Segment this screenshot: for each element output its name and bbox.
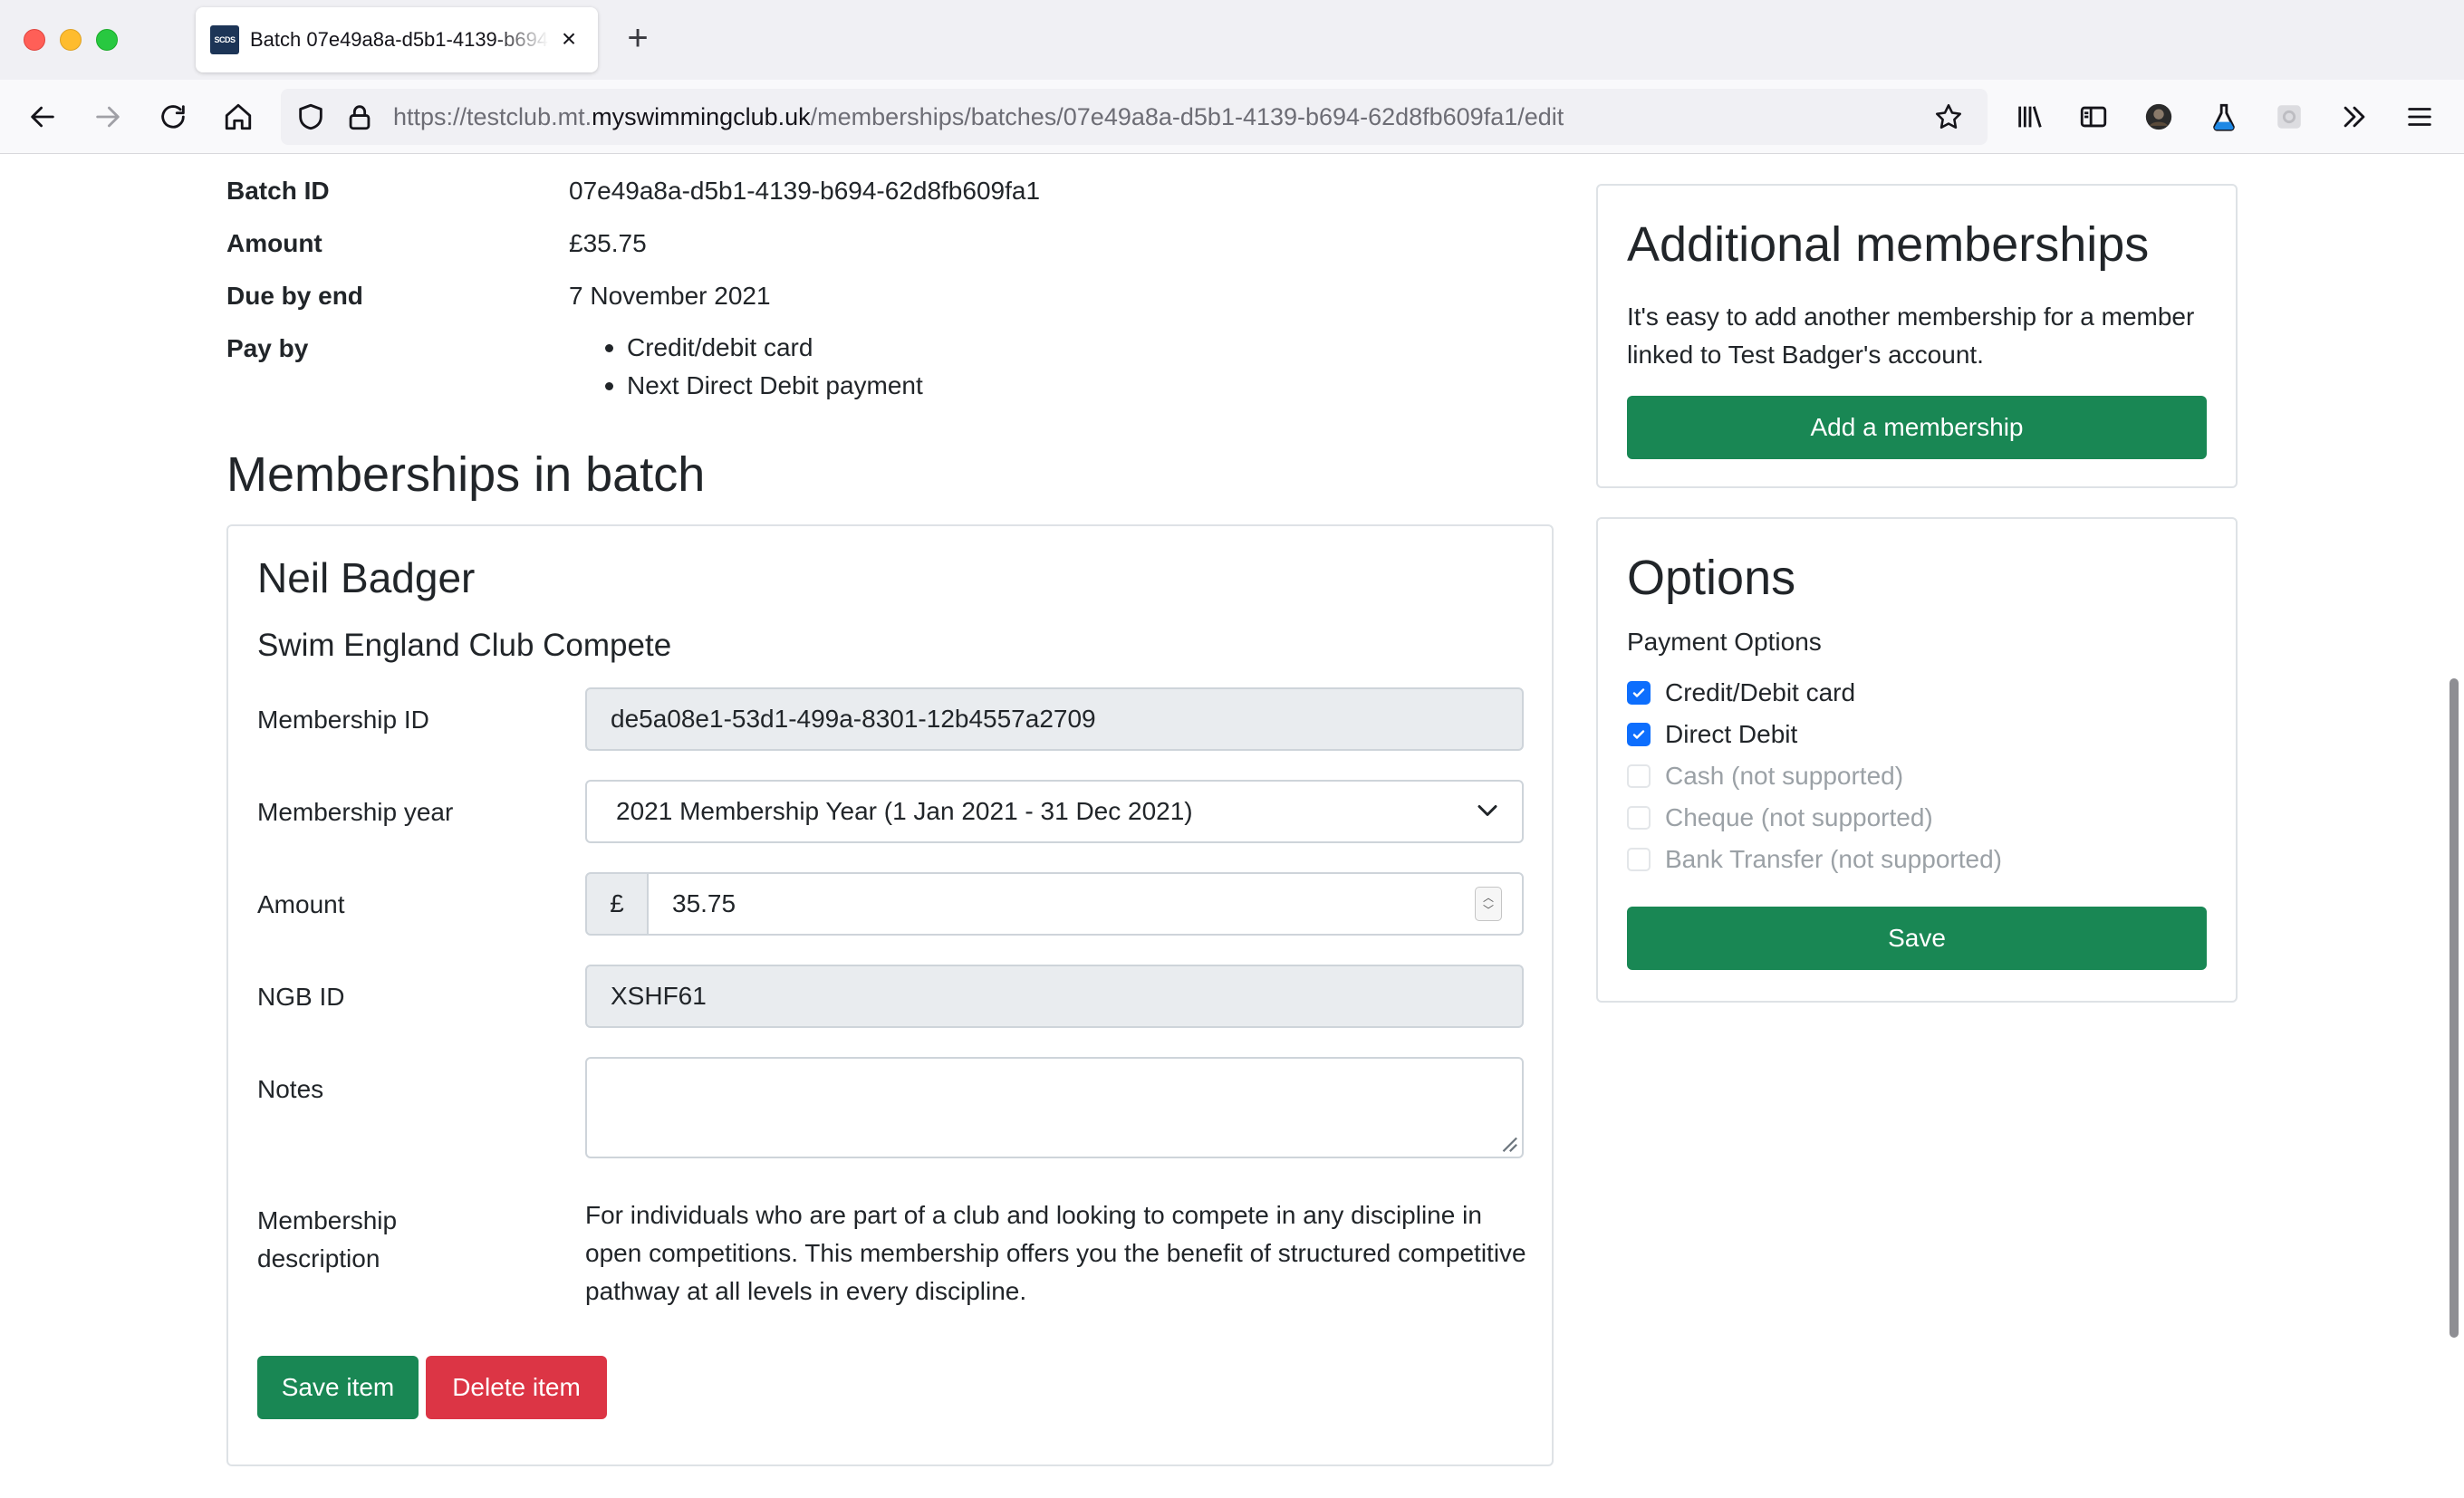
membership-year-selected: 2021 Membership Year (1 Jan 2021 - 31 De… xyxy=(616,797,1193,825)
overflow-chevrons-icon[interactable] xyxy=(2334,96,2375,138)
amount-label: Amount xyxy=(226,229,322,257)
ngb-id-label: NGB ID xyxy=(257,983,345,1011)
pay-by-label: Pay by xyxy=(226,334,309,362)
url-domain: myswimmingclub.uk xyxy=(592,103,811,130)
account-avatar-icon[interactable] xyxy=(2138,96,2180,138)
membership-description-text: For individuals who are part of a club a… xyxy=(585,1201,1526,1305)
reload-icon[interactable] xyxy=(152,96,194,138)
due-date-value: 7 November 2021 xyxy=(569,282,771,310)
pay-by-item: Credit/debit card xyxy=(569,329,923,367)
add-membership-button[interactable]: Add a membership xyxy=(1627,396,2207,459)
checkbox-label: Direct Debit xyxy=(1665,720,1798,748)
payment-option-bank-transfer: Bank Transfer (not supported) xyxy=(1627,841,2002,878)
membership-year-select[interactable]: 2021 Membership Year (1 Jan 2021 - 31 De… xyxy=(585,780,1524,843)
lock-icon[interactable] xyxy=(339,96,380,138)
save-item-button[interactable]: Save item xyxy=(257,1356,419,1419)
tab-close-icon[interactable]: × xyxy=(556,26,582,53)
window-minimize-button[interactable] xyxy=(60,29,82,51)
url-bar[interactable]: https://testclub.mt.myswimmingclub.uk/me… xyxy=(281,89,1988,145)
memberships-heading: Memberships in batch xyxy=(226,447,706,502)
page-scrollbar[interactable] xyxy=(2450,678,2459,1338)
currency-addon: £ xyxy=(585,872,649,936)
notes-textarea[interactable] xyxy=(585,1057,1524,1158)
flask-icon[interactable] xyxy=(2203,96,2245,138)
batch-id-label: Batch ID xyxy=(226,177,330,205)
membership-card: Neil Badger Swim England Club Compete Me… xyxy=(226,524,1554,1466)
number-stepper[interactable]: ︿ ﹀ xyxy=(1475,887,1502,921)
browser-tab-bar: SCDS Batch 07e49a8a-d5b1-4139-b694-62d8f… xyxy=(0,0,2464,80)
pay-by-list: Credit/debit card Next Direct Debit paym… xyxy=(569,329,923,405)
additional-memberships-text: It's easy to add another membership for … xyxy=(1627,302,2195,369)
amount-value: £35.75 xyxy=(569,229,647,257)
membership-id-field[interactable]: de5a08e1-53d1-499a-8301-12b4557a2709 xyxy=(585,687,1524,751)
sidebar-icon[interactable] xyxy=(2073,96,2114,138)
bookmark-star-icon[interactable] xyxy=(1928,96,1969,138)
batch-id-value: 07e49a8a-d5b1-4139-b694-62d8fb609fa1 xyxy=(569,177,1041,205)
page-content: Batch ID 07e49a8a-d5b1-4139-b694-62d8fb6… xyxy=(0,155,2464,1498)
payment-options-label: Payment Options xyxy=(1627,628,1822,656)
payment-option-credit-card[interactable]: Credit/Debit card xyxy=(1627,675,1855,711)
stepper-down-icon[interactable]: ﹀ xyxy=(1483,904,1494,917)
shield-icon[interactable] xyxy=(290,96,332,138)
checkbox-label: Bank Transfer (not supported) xyxy=(1665,845,2002,873)
checkbox-label: Cash (not supported) xyxy=(1665,762,1904,790)
member-name: Neil Badger xyxy=(257,554,476,601)
new-tab-button[interactable]: + xyxy=(620,20,656,58)
checkbox-checked[interactable] xyxy=(1627,723,1651,746)
membership-description-label: Membership description xyxy=(257,1206,398,1272)
checkbox-disabled xyxy=(1627,764,1651,788)
library-icon[interactable] xyxy=(2009,96,2051,138)
payment-option-cheque: Cheque (not supported) xyxy=(1627,800,1933,836)
additional-memberships-card: Additional memberships It's easy to add … xyxy=(1596,184,2238,488)
extension-icon[interactable] xyxy=(2268,96,2310,138)
stepper-up-icon[interactable]: ︿ xyxy=(1483,891,1494,904)
options-heading: Options xyxy=(1627,551,1796,605)
amount-field-label: Amount xyxy=(257,890,345,918)
payment-option-direct-debit[interactable]: Direct Debit xyxy=(1627,716,1797,753)
pay-by-item: Next Direct Debit payment xyxy=(569,367,923,405)
checkbox-label: Credit/Debit card xyxy=(1665,678,1856,706)
checkbox-disabled xyxy=(1627,806,1651,830)
due-date-label: Due by end xyxy=(226,282,363,310)
url-text[interactable]: https://testclub.mt.myswimmingclub.uk/me… xyxy=(393,89,1564,145)
checkbox-checked[interactable] xyxy=(1627,681,1651,705)
checkmark-icon xyxy=(1632,688,1645,697)
url-prefix: https://testclub.mt. xyxy=(393,103,592,130)
back-arrow-icon[interactable] xyxy=(22,96,63,138)
tab-title: Batch 07e49a8a-d5b1-4139-b694-62d8fb609f… xyxy=(250,28,549,51)
membership-year-label: Membership year xyxy=(257,798,454,826)
membership-id-label: Membership ID xyxy=(257,706,429,734)
delete-item-button[interactable]: Delete item xyxy=(426,1356,607,1419)
notes-label: Notes xyxy=(257,1075,324,1103)
menu-hamburger-icon[interactable] xyxy=(2399,96,2440,138)
amount-input[interactable]: 35.75 ︿ ﹀ xyxy=(647,872,1524,936)
site-favicon-icon: SCDS xyxy=(210,25,239,54)
amount-input-value: 35.75 xyxy=(672,889,736,917)
options-card: Options Payment Options Credit/Debit car… xyxy=(1596,517,2238,1003)
additional-memberships-heading: Additional memberships xyxy=(1627,217,2150,272)
resize-grip-icon[interactable] xyxy=(1498,1133,1518,1153)
window-maximize-button[interactable] xyxy=(96,29,118,51)
window-close-button[interactable] xyxy=(24,29,45,51)
checkmark-icon xyxy=(1632,730,1645,739)
checkbox-disabled xyxy=(1627,848,1651,871)
forward-arrow-icon[interactable] xyxy=(87,96,129,138)
checkbox-label: Cheque (not supported) xyxy=(1665,803,1933,831)
payment-option-cash: Cash (not supported) xyxy=(1627,758,1903,794)
save-options-button[interactable]: Save xyxy=(1627,907,2207,970)
chevron-down-icon xyxy=(1477,805,1497,816)
browser-tab-active[interactable]: SCDS Batch 07e49a8a-d5b1-4139-b694-62d8f… xyxy=(196,7,598,72)
ngb-id-field[interactable]: XSHF61 xyxy=(585,965,1524,1028)
membership-type: Swim England Club Compete xyxy=(257,628,672,663)
home-icon[interactable] xyxy=(217,96,259,138)
url-path: /memberships/batches/07e49a8a-d5b1-4139-… xyxy=(810,103,1564,130)
browser-nav-bar: https://testclub.mt.myswimmingclub.uk/me… xyxy=(0,80,2464,154)
